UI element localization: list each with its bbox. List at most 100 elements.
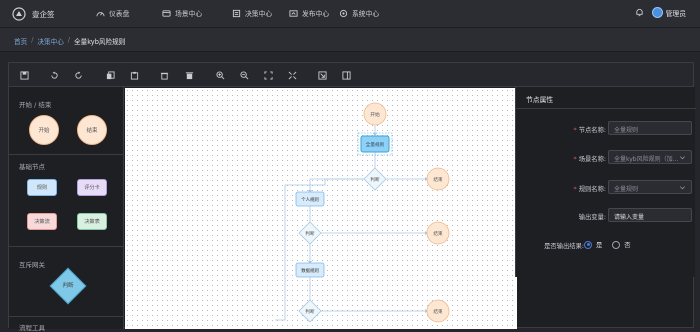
flow-canvas[interactable]: 开始 全量规则 判断 结束 个人规则 判断 结束 数据规则 判断 结束 (125, 88, 517, 329)
user-menu[interactable]: 管理员 (651, 7, 686, 18)
trash-icon (185, 71, 193, 79)
clear-button[interactable] (184, 70, 194, 80)
palette-decision-flow-node[interactable]: 决策流 (27, 213, 57, 230)
canvas-rule-node-selected[interactable]: 全量规则 (357, 132, 393, 156)
zoom-in-button[interactable] (215, 70, 225, 80)
brand[interactable]: 壹企签 (12, 7, 55, 21)
nav-item-decision[interactable]: 决策中心 (232, 8, 289, 18)
radio-no-label[interactable]: 否 (624, 240, 630, 249)
canvas-end-node-1[interactable]: 结束 (426, 167, 450, 191)
save-tool-button[interactable] (19, 70, 29, 80)
radio-yes[interactable] (584, 240, 592, 249)
palette-score-node[interactable]: 评分卡 (77, 179, 107, 196)
palette-decision-table-node[interactable]: 决策表 (77, 213, 107, 230)
properties-title: 节点属性 (526, 96, 554, 104)
nav-label: 系统中心 (352, 10, 380, 18)
rule-select[interactable]: 全量规则 (608, 180, 692, 194)
decision-icon (232, 9, 241, 17)
canvas-node-label: 个人规则 (301, 196, 319, 203)
import-button[interactable] (317, 70, 327, 80)
rule-label: * 规则名称: (574, 184, 606, 193)
palette-rule-node[interactable]: 规则 (27, 179, 57, 196)
palette-divider (9, 154, 124, 155)
radio-no[interactable] (612, 240, 621, 249)
zoom-out-button[interactable] (239, 70, 249, 80)
top-nav: 壹企签 仪表盘 场景中心 决策中心 发布中心 系统中心 管理员 (0, 0, 700, 28)
palette-section-branch: 互斥网关 (19, 261, 45, 269)
delete-button[interactable] (159, 70, 169, 80)
zoom-in-icon (215, 70, 224, 79)
delete-icon (160, 72, 168, 80)
canvas-branch-node-3[interactable]: 判断 (298, 299, 322, 323)
canvas-node-label: 判断 (305, 308, 315, 315)
node-name-input[interactable]: 全量规则 (608, 121, 692, 135)
canvas-end-node-2[interactable]: 结束 (426, 221, 450, 245)
nav-item-system[interactable]: 系统中心 (339, 8, 399, 18)
copy-button[interactable] (105, 70, 115, 80)
nav-item-publish[interactable]: 发布中心 (289, 8, 339, 18)
nav-label: 场景中心 (175, 10, 203, 18)
chevron-down-icon (680, 156, 685, 160)
output-variable-input[interactable]: 请输入变量 (608, 208, 692, 222)
canvas-node-label: 结束 (433, 176, 443, 183)
fit-icon (263, 70, 273, 80)
output-row: 输出变量: 请输入变量 (516, 208, 696, 224)
export-icon (341, 70, 351, 80)
actual-size-button[interactable] (287, 70, 297, 80)
canvas-branch-node-1[interactable]: 判断 (363, 167, 387, 191)
node-name-label-text: 节点名称: (578, 127, 606, 134)
palette-section-more: 流程工具 (19, 324, 45, 332)
logo-icon (12, 7, 26, 21)
breadcrumb-parent[interactable]: 决策中心 (37, 36, 63, 46)
canvas-node-label: 结束 (433, 230, 443, 237)
canvas-branch-node-2[interactable]: 判断 (298, 221, 322, 245)
scene-select[interactable]: 全量kyb风险规则（加... (608, 150, 692, 164)
palette-node-label: 开始 (38, 128, 50, 134)
import-icon (317, 70, 327, 80)
canvas-manual-rule-node[interactable]: 个人规则 (295, 191, 325, 207)
avatar (651, 7, 663, 18)
main-nav: 仪表盘 场景中心 决策中心 发布中心 系统中心 (96, 8, 399, 18)
system-icon (339, 9, 348, 17)
scene-label-text: 场景名称: (578, 156, 606, 163)
redo-icon (74, 70, 82, 79)
flow-diagram: 开始 全量规则 判断 结束 个人规则 判断 结束 数据规则 判断 结束 (275, 102, 450, 323)
canvas-end-node-3[interactable]: 结束 (426, 299, 450, 323)
export-button[interactable] (341, 70, 351, 80)
canvas-node-label: 数据规则 (301, 267, 319, 274)
notification-icon[interactable] (635, 8, 644, 17)
scene-icon (162, 9, 171, 17)
paste-button[interactable] (129, 70, 139, 80)
palette-node-label: 评分卡 (84, 185, 100, 191)
expand-icon (288, 71, 296, 79)
palette-section-basic: 基础节点 (19, 163, 45, 171)
canvas-node-label: 结束 (433, 308, 443, 315)
canvas-data-rule-node[interactable]: 数据规则 (295, 262, 325, 278)
save-icon (19, 70, 29, 80)
palette-divider (9, 316, 124, 317)
radio-yes-label[interactable]: 是 (596, 240, 602, 249)
undo-button[interactable] (49, 70, 59, 80)
palette-branch-node[interactable]: 判断 (49, 267, 87, 305)
canvas-node-label: 判断 (370, 176, 380, 183)
required-mark: * (573, 127, 577, 134)
nav-item-scene[interactable]: 场景中心 (162, 8, 232, 18)
app-name: 壹企签 (32, 9, 55, 19)
nav-item-dashboard[interactable]: 仪表盘 (96, 8, 162, 18)
canvas-node-label: 开始 (370, 111, 380, 118)
breadcrumb-current: 全量kyb风险规则 (74, 38, 126, 46)
fit-button[interactable] (263, 70, 273, 80)
redo-button[interactable] (73, 70, 83, 80)
breadcrumb: 首页 / 决策中心 / 全量kyb风险规则 (14, 36, 125, 46)
palette-start-node[interactable]: 开始 (29, 115, 59, 145)
rule-select-value: 全量规则 (614, 186, 639, 193)
user-area: 管理员 (635, 7, 686, 18)
palette-node-label: 规则 (36, 185, 48, 191)
palette-node-label: 判断 (62, 283, 74, 289)
canvas-start-node[interactable]: 开始 (363, 102, 387, 126)
nav-label: 发布中心 (302, 10, 330, 18)
palette-end-node[interactable]: 结束 (77, 115, 107, 145)
breadcrumb-home[interactable]: 首页 (14, 36, 27, 46)
user-name: 管理员 (665, 9, 686, 18)
undo-icon (50, 70, 58, 79)
